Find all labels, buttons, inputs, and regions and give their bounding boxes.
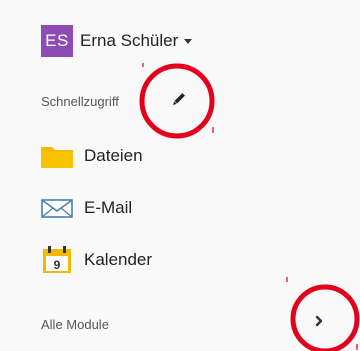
- quick-access-item-label: Kalender: [84, 250, 153, 269]
- all-modules-label[interactable]: Alle Module: [41, 317, 109, 332]
- calendar-day-number: 9: [54, 258, 61, 272]
- mail-icon: [41, 199, 73, 218]
- quick-access-item-label: E-Mail: [84, 198, 133, 217]
- user-menu[interactable]: ES Erna Schüler: [41, 24, 193, 58]
- quick-access-item-calendar[interactable]: 9 Kalender: [40, 245, 152, 275]
- all-modules-button[interactable]: [309, 309, 329, 333]
- caret-down-icon: [184, 38, 193, 44]
- user-name: Erna Schüler: [80, 31, 179, 50]
- calendar-icon: 9: [43, 246, 71, 273]
- quick-access-heading: Schnellzugriff: [41, 94, 119, 109]
- chevron-right-icon: [315, 315, 323, 327]
- app-switcher-panel: ES Erna Schüler Schnellzugriff Dateien E…: [0, 0, 360, 351]
- quick-access-item-mail[interactable]: E-Mail: [40, 193, 132, 223]
- folder-icon: [41, 147, 73, 168]
- quick-access-item-label: Dateien: [84, 146, 143, 165]
- pencil-icon: [173, 93, 185, 105]
- edit-quick-access-button[interactable]: [167, 89, 189, 111]
- avatar: ES: [41, 25, 73, 57]
- quick-access-item-files[interactable]: Dateien: [40, 141, 143, 171]
